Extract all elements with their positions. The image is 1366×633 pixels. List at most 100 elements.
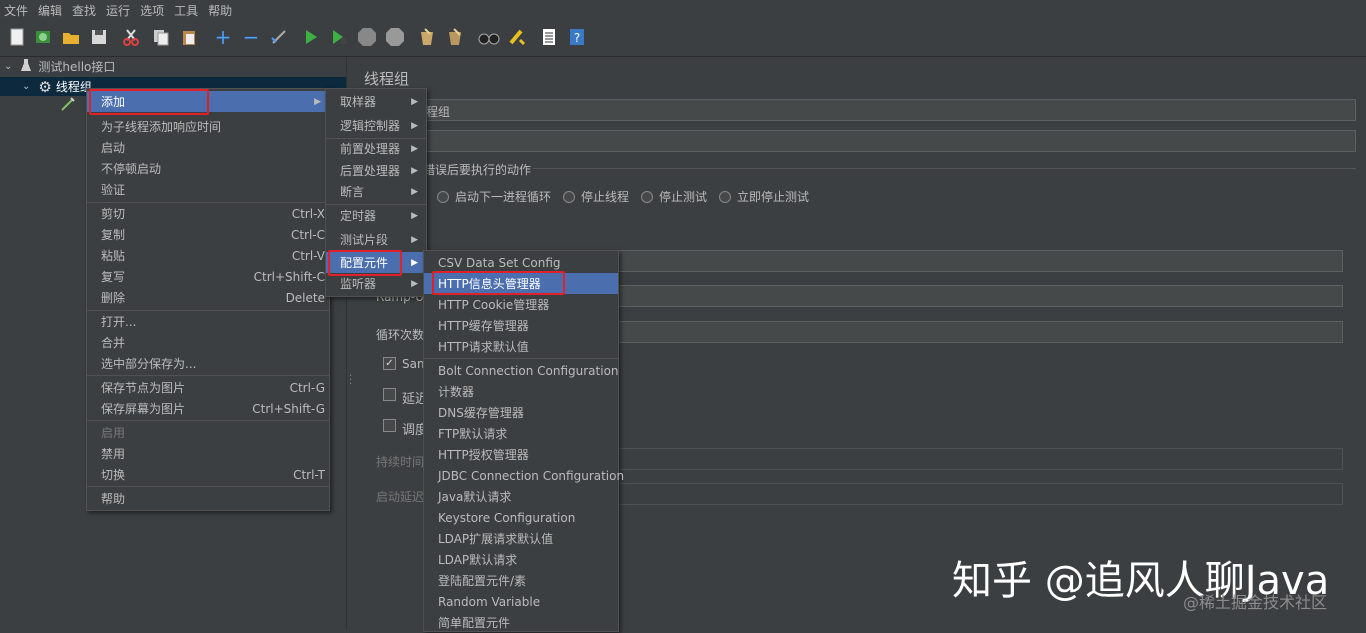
menu-item-open[interactable]: 打开... <box>87 311 329 332</box>
menu-item-copy[interactable]: 复制 Ctrl-C <box>87 224 329 245</box>
tree-node-test-plan[interactable]: ⌄ 测试hello接口 <box>4 57 115 76</box>
radio-button[interactable] <box>437 190 449 203</box>
radio-button[interactable] <box>719 190 732 203</box>
menu-item-sampler[interactable]: 取样器 ▶ <box>326 91 426 112</box>
menu-item-config[interactable]: Keystore Configuration <box>424 507 618 528</box>
menu-item-post-processor[interactable]: 后置处理器 ▶ <box>326 160 426 181</box>
menu-options[interactable]: 选项 <box>136 2 168 19</box>
shutdown-icon[interactable] <box>384 26 406 48</box>
chevron-down-icon[interactable]: ⌄ <box>4 61 12 72</box>
tree-node-thread-group[interactable]: ⌄ ⚙ 线程组 <box>22 77 92 96</box>
menu-item-config[interactable]: HTTP请求默认值 <box>424 336 618 357</box>
menu-item-label: Keystore Configuration <box>438 510 576 525</box>
menu-item-config[interactable]: 登陆配置元件/素 <box>424 570 618 591</box>
ramp-up-field[interactable] <box>617 285 1343 307</box>
paste-icon[interactable] <box>178 26 200 48</box>
menu-item-label: HTTP缓存管理器 <box>438 319 529 333</box>
menu-item-config[interactable]: 计数器 <box>424 381 618 402</box>
toggle-icon[interactable] <box>268 26 290 48</box>
menu-item-config[interactable]: HTTP授权管理器 <box>424 444 618 465</box>
menu-item-config[interactable]: JDBC Connection Configuration <box>424 465 624 486</box>
delay-checkbox[interactable] <box>383 388 396 401</box>
startup-delay-field[interactable] <box>617 483 1343 505</box>
shortcut: Ctrl-V <box>291 248 325 263</box>
menu-item-pre-processor[interactable]: 前置处理器 ▶ <box>326 138 426 159</box>
menu-tools[interactable]: 工具 <box>170 2 202 19</box>
menu-item-start[interactable]: 启动 <box>87 137 329 158</box>
menu-item-save-screen-image[interactable]: 保存屏幕为图片 Ctrl+Shift-G <box>87 398 329 419</box>
menu-item-config[interactable]: Java默认请求 <box>424 486 618 507</box>
menu-file[interactable]: 文件 <box>0 2 32 19</box>
menu-item-disable[interactable]: 禁用 <box>87 443 329 464</box>
menu-item-save-node-image[interactable]: 保存节点为图片 Ctrl-G <box>87 377 329 398</box>
duration-field[interactable] <box>617 448 1343 470</box>
templates-icon[interactable] <box>32 26 54 48</box>
threads-field[interactable] <box>617 250 1343 272</box>
new-icon[interactable] <box>6 26 28 48</box>
menu-item-toggle[interactable]: 切换 Ctrl-T <box>87 464 329 485</box>
menu-item-duplicate[interactable]: 复写 Ctrl+Shift-C <box>87 266 329 287</box>
duration-label: 持续时间 <box>376 455 425 469</box>
gear-icon: ⚙ <box>38 77 52 96</box>
tree-node-sampler[interactable] <box>60 96 76 115</box>
chevron-down-icon[interactable]: ⌄ <box>22 81 30 92</box>
comments-field[interactable] <box>425 130 1356 152</box>
cut-icon[interactable] <box>120 26 142 48</box>
collapse-icon[interactable]: − <box>240 25 262 49</box>
menu-item-config[interactable]: Random Variable <box>424 591 618 612</box>
shortcut: Ctrl-T <box>293 467 325 482</box>
menu-item-config[interactable]: HTTP缓存管理器 <box>424 315 618 336</box>
menu-item-test-fragment[interactable]: 测试片段 ▶ <box>326 229 426 250</box>
binoculars-icon[interactable] <box>478 26 500 48</box>
menu-item-validate[interactable]: 验证 <box>87 179 329 200</box>
menu-item-cut[interactable]: 剪切 Ctrl-X <box>87 203 329 224</box>
menu-item-label: 监听器 <box>340 277 377 291</box>
help-icon[interactable]: ? <box>566 26 588 48</box>
menu-item-label: 粘贴 <box>101 249 126 263</box>
copy-icon[interactable] <box>150 26 172 48</box>
menu-item-paste[interactable]: 粘贴 Ctrl-V <box>87 245 329 266</box>
flask-icon <box>20 58 32 75</box>
start-icon[interactable] <box>300 26 322 48</box>
submenu-arrow-icon: ▶ <box>411 165 418 176</box>
menu-item-label: Java默认请求 <box>438 490 512 504</box>
menu-item-config[interactable]: HTTP Cookie管理器 <box>424 294 618 315</box>
clear-all-icon[interactable] <box>444 26 466 48</box>
expand-icon[interactable]: + <box>212 25 234 49</box>
function-helper-icon[interactable] <box>538 26 560 48</box>
menu-item-label: FTP默认请求 <box>438 427 508 441</box>
clear-icon[interactable] <box>416 26 438 48</box>
loop-count-field[interactable] <box>617 321 1343 343</box>
stop-icon[interactable] <box>356 26 378 48</box>
menu-item-listener[interactable]: 监听器 ▶ <box>326 273 426 294</box>
start-no-pause-icon[interactable] <box>328 26 350 48</box>
menu-item-help[interactable]: 帮助 <box>87 488 329 509</box>
radio-button[interactable] <box>641 190 654 203</box>
menu-search[interactable]: 查找 <box>68 2 100 19</box>
save-icon[interactable] <box>88 26 110 48</box>
menu-edit[interactable]: 编辑 <box>34 2 66 19</box>
same-user-checkbox[interactable]: ✓ <box>383 357 396 370</box>
menu-item-config[interactable]: CSV Data Set Config <box>424 252 618 273</box>
menu-run[interactable]: 运行 <box>102 2 134 19</box>
menu-item-assertion[interactable]: 断言 ▶ <box>326 181 426 202</box>
menu-item-add-think-time[interactable]: 为子线程添加响应时间 <box>87 116 329 137</box>
menu-item-save-selection[interactable]: 选中部分保存为... <box>87 353 329 374</box>
menu-item-start-no-pause[interactable]: 不停顿启动 <box>87 158 329 179</box>
reset-search-icon[interactable] <box>506 26 528 48</box>
menu-item-config[interactable]: FTP默认请求 <box>424 423 618 444</box>
menu-item-config[interactable]: Bolt Connection Configuration <box>424 360 619 381</box>
menu-item-delete[interactable]: 删除 Delete <box>87 287 329 308</box>
menu-item-config[interactable]: LDAP扩展请求默认值 <box>424 528 618 549</box>
scheduler-checkbox[interactable] <box>383 419 396 432</box>
radio-button[interactable] <box>563 190 576 203</box>
menu-item-config[interactable]: LDAP默认请求 <box>424 549 618 570</box>
menu-item-timer[interactable]: 定时器 ▶ <box>326 205 426 226</box>
menu-help[interactable]: 帮助 <box>204 2 236 19</box>
menu-item-config[interactable]: DNS缓存管理器 <box>424 402 618 423</box>
menu-item-merge[interactable]: 合并 <box>87 332 329 353</box>
open-icon[interactable] <box>60 26 82 48</box>
menu-item-label: JDBC Connection Configuration <box>438 468 625 483</box>
name-field[interactable]: 程组 <box>425 99 1356 121</box>
menu-item-logic-controller[interactable]: 逻辑控制器 ▶ <box>326 115 426 136</box>
